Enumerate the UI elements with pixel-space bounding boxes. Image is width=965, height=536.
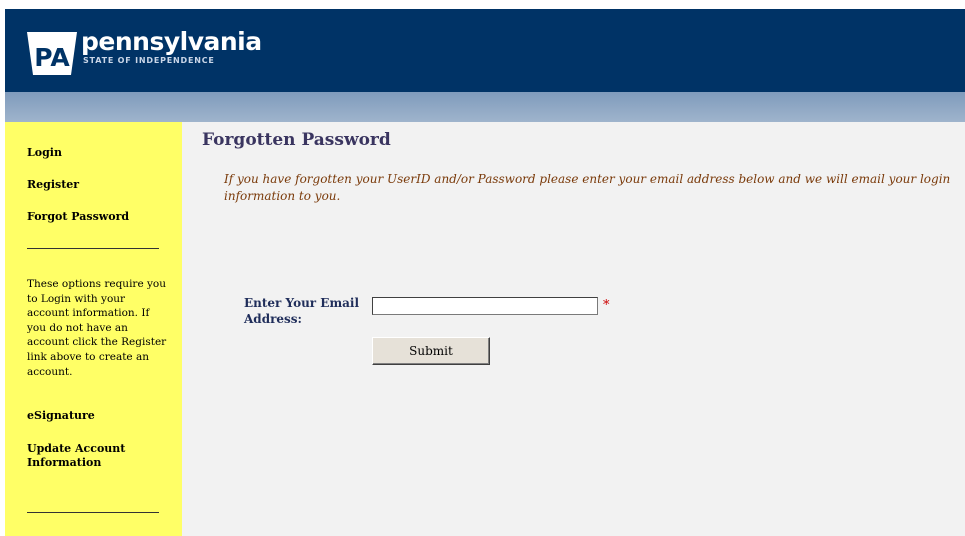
keystone-icon: PA: [27, 32, 77, 75]
site-header: PA pennsylvania STATE OF INDEPENDENCE: [5, 9, 965, 92]
main-content: Forgotten Password If you have forgotten…: [182, 122, 965, 536]
brand-tagline: STATE OF INDEPENDENCE: [83, 56, 215, 65]
email-input[interactable]: [372, 297, 598, 315]
brand-name: pennsylvania: [81, 27, 262, 56]
sidebar-item-login[interactable]: Login: [27, 146, 62, 160]
instructions-text: If you have forgotten your UserID and/or…: [224, 172, 951, 203]
header-subbar: [5, 92, 965, 122]
sidebar-divider-bottom: [27, 512, 159, 513]
sidebar-item-forgot-password[interactable]: Forgot Password: [27, 210, 129, 224]
sidebar-divider: [27, 248, 159, 249]
pennsylvania-logo[interactable]: PA pennsylvania STATE OF INDEPENDENCE: [27, 26, 262, 78]
sidebar-item-esignature[interactable]: eSignature: [27, 409, 95, 423]
submit-button[interactable]: Submit: [372, 337, 490, 365]
required-indicator: *: [603, 298, 610, 313]
email-label: Enter Your Email Address:: [244, 296, 360, 326]
page-title: Forgotten Password: [202, 130, 391, 150]
sidebar-note: These options require you to Login with …: [27, 278, 167, 378]
sidebar: Login Register Forgot Password These opt…: [5, 122, 182, 536]
logo-badge: PA: [34, 43, 70, 72]
sidebar-item-update-account[interactable]: Update Account Information: [27, 442, 147, 470]
sidebar-item-register[interactable]: Register: [27, 178, 79, 192]
